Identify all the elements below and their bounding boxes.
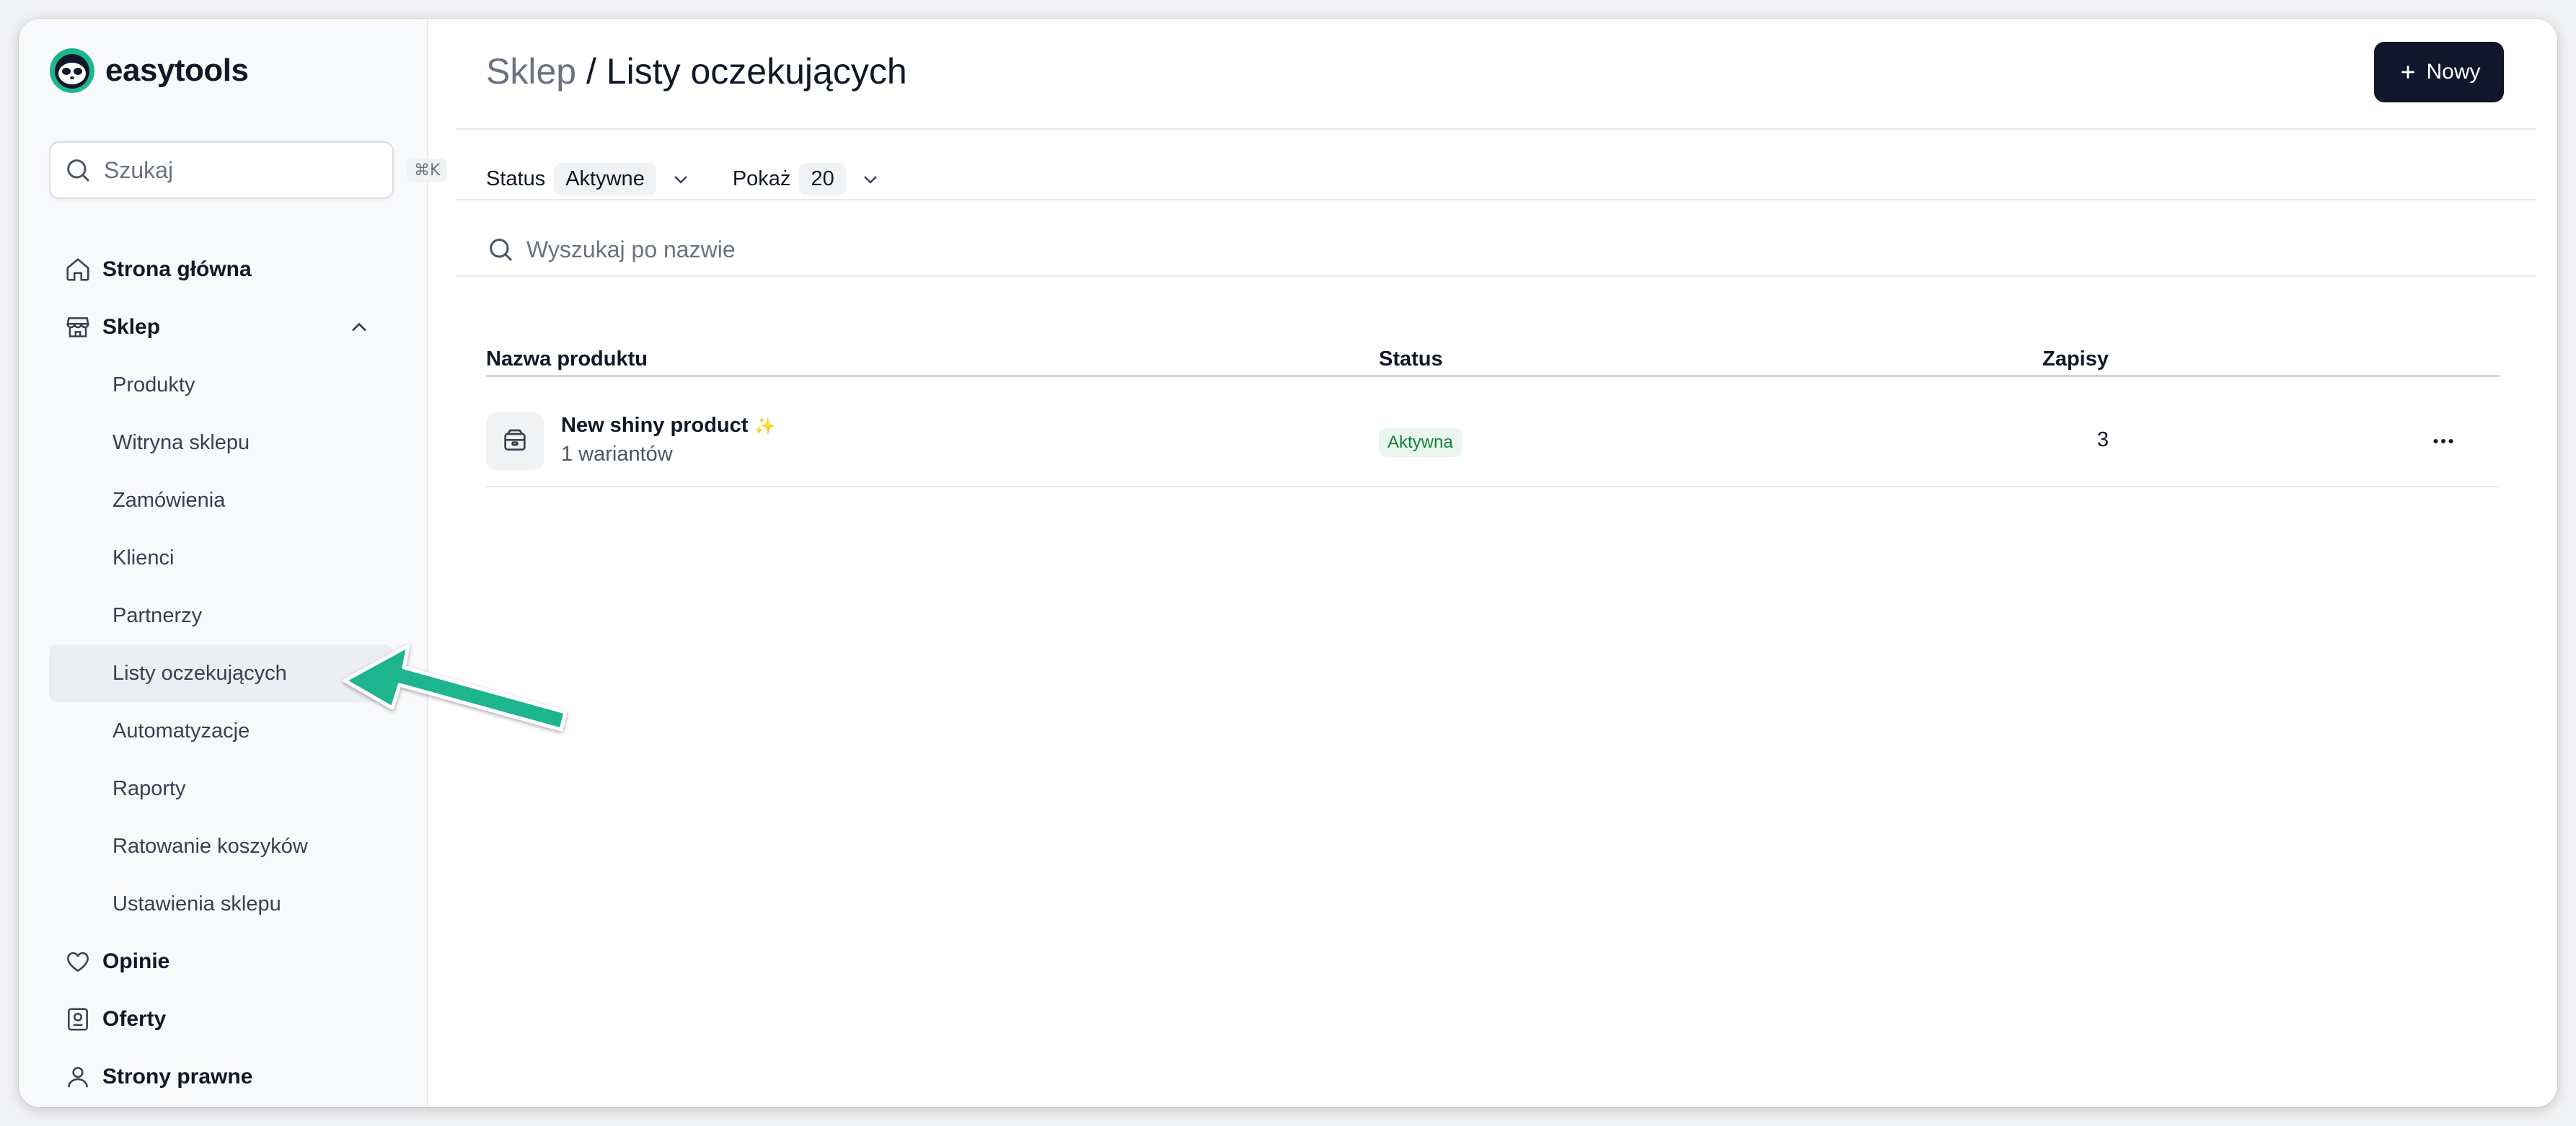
- divider: [456, 275, 2536, 277]
- sidebar-item-label: Zamówienia: [113, 488, 226, 512]
- column-header-signups[interactable]: Zapisy: [2037, 347, 2109, 371]
- new-button[interactable]: Nowy: [2374, 42, 2504, 102]
- sidebar-item-label: Klienci: [113, 546, 175, 569]
- sidebar-item-partners[interactable]: Partnerzy: [49, 587, 394, 644]
- product-thumbnail: [486, 412, 544, 470]
- table-header-divider: [486, 375, 2500, 377]
- sidebar-item-legal[interactable]: Strony prawne: [49, 1048, 394, 1106]
- user-icon: [63, 1063, 92, 1091]
- divider: [456, 199, 2536, 200]
- sidebar-item-label: Witryna sklepu: [113, 430, 250, 454]
- status-filter-value: Aktywne: [554, 163, 656, 195]
- search-icon: [490, 239, 513, 262]
- sidebar-item-label: Automatyzacje: [113, 719, 250, 742]
- sidebar-item-label: Produkty: [113, 373, 195, 396]
- plus-icon: [2401, 66, 2415, 79]
- sidebar-item-label: Ustawienia sklepu: [113, 892, 281, 916]
- offer-icon: [63, 1005, 92, 1034]
- new-button-label: Nowy: [2426, 60, 2481, 84]
- search-icon: [67, 159, 90, 182]
- sidebar-item-home[interactable]: Strona główna: [49, 241, 394, 298]
- sidebar-item-label: Listy oczekujących: [113, 661, 287, 685]
- breadcrumb[interactable]: Sklep: [486, 51, 576, 92]
- store-icon: [63, 313, 92, 342]
- table-search-input[interactable]: [526, 236, 1103, 263]
- sidebar-item-store[interactable]: Sklep: [49, 298, 394, 356]
- sidebar-item-label: Partnerzy: [113, 603, 203, 627]
- search-input[interactable]: [104, 156, 407, 184]
- divider: [456, 128, 2536, 130]
- sidebar-item-label: Ratowanie koszyków: [113, 834, 308, 858]
- table-search[interactable]: [486, 235, 1103, 264]
- chevron-down-icon[interactable]: [669, 168, 692, 191]
- product-variants: 1 wariantów: [561, 443, 673, 466]
- chevron-down-icon[interactable]: [859, 168, 882, 191]
- chevron-up-icon[interactable]: [346, 314, 372, 340]
- product-name-text: New shiny product: [561, 414, 749, 437]
- sidebar-item-label: Oferty: [102, 1007, 167, 1031]
- sidebar-item-label: Strona główna: [102, 257, 252, 281]
- sidebar-item-cart-recovery[interactable]: Ratowanie koszyków: [49, 817, 394, 875]
- sidebar-search[interactable]: ⌘K: [49, 141, 448, 199]
- table-row[interactable]: New shiny product ✨ 1 wariantów Aktywna …: [486, 396, 2500, 487]
- sidebar: easytools ⌘K Strona główna Sklep Produkt…: [19, 19, 448, 1107]
- main-content: Sklep / Listy oczekujących Nowy Status A…: [428, 19, 2557, 1107]
- sidebar-item-customers[interactable]: Klienci: [49, 529, 394, 587]
- brand[interactable]: easytools: [49, 48, 249, 94]
- sidebar-item-label: Raporty: [113, 776, 186, 800]
- page-title: Sklep / Listy oczekujących: [486, 50, 907, 92]
- sidebar-item-reports[interactable]: Raporty: [49, 760, 394, 817]
- sidebar-item-label: Sklep: [102, 315, 161, 339]
- sidebar-item-offers[interactable]: Oferty: [49, 990, 394, 1048]
- sloth-logo-icon: [50, 48, 94, 93]
- row-divider: [486, 486, 2500, 487]
- home-icon: [63, 255, 92, 284]
- heart-icon: [63, 947, 92, 976]
- annotation-arrow-icon: [343, 644, 568, 732]
- status-badge: Aktywna: [1379, 428, 1462, 457]
- signup-count: 3: [2096, 428, 2109, 451]
- show-filter[interactable]: Pokaż 20: [733, 163, 882, 195]
- sidebar-item-orders[interactable]: Zamówienia: [49, 471, 394, 529]
- sidebar-item-storefront[interactable]: Witryna sklepu: [49, 414, 394, 471]
- app-window: easytools ⌘K Strona główna Sklep Produkt…: [19, 19, 2557, 1107]
- sidebar-item-products[interactable]: Produkty: [49, 356, 394, 414]
- product-name[interactable]: New shiny product ✨: [561, 414, 775, 438]
- sidebar-item-label: Opinie: [102, 949, 170, 973]
- filter-bar: Status Aktywne Pokaż 20: [486, 163, 922, 195]
- sidebar-item-reviews[interactable]: Opinie: [49, 933, 394, 990]
- more-options-icon[interactable]: [2430, 428, 2456, 454]
- status-filter-label: Status: [486, 167, 546, 190]
- box-icon: [504, 429, 526, 451]
- brand-name: easytools: [105, 53, 249, 88]
- show-filter-label: Pokaż: [732, 167, 791, 190]
- column-header-name[interactable]: Nazwa produktu: [486, 347, 648, 371]
- column-header-status[interactable]: Status: [1379, 347, 1443, 371]
- show-filter-value: 20: [799, 163, 846, 195]
- table-header: Nazwa produktu Status Zapisy: [486, 347, 2500, 394]
- sidebar-item-store-settings[interactable]: Ustawienia sklepu: [49, 875, 394, 933]
- page-title-text: Listy oczekujących: [606, 51, 907, 92]
- sidebar-item-label: Strony prawne: [102, 1065, 253, 1089]
- breadcrumb-separator: /: [586, 51, 596, 92]
- sparkle-icon: ✨: [754, 417, 776, 436]
- status-filter[interactable]: Status Aktywne: [486, 163, 692, 195]
